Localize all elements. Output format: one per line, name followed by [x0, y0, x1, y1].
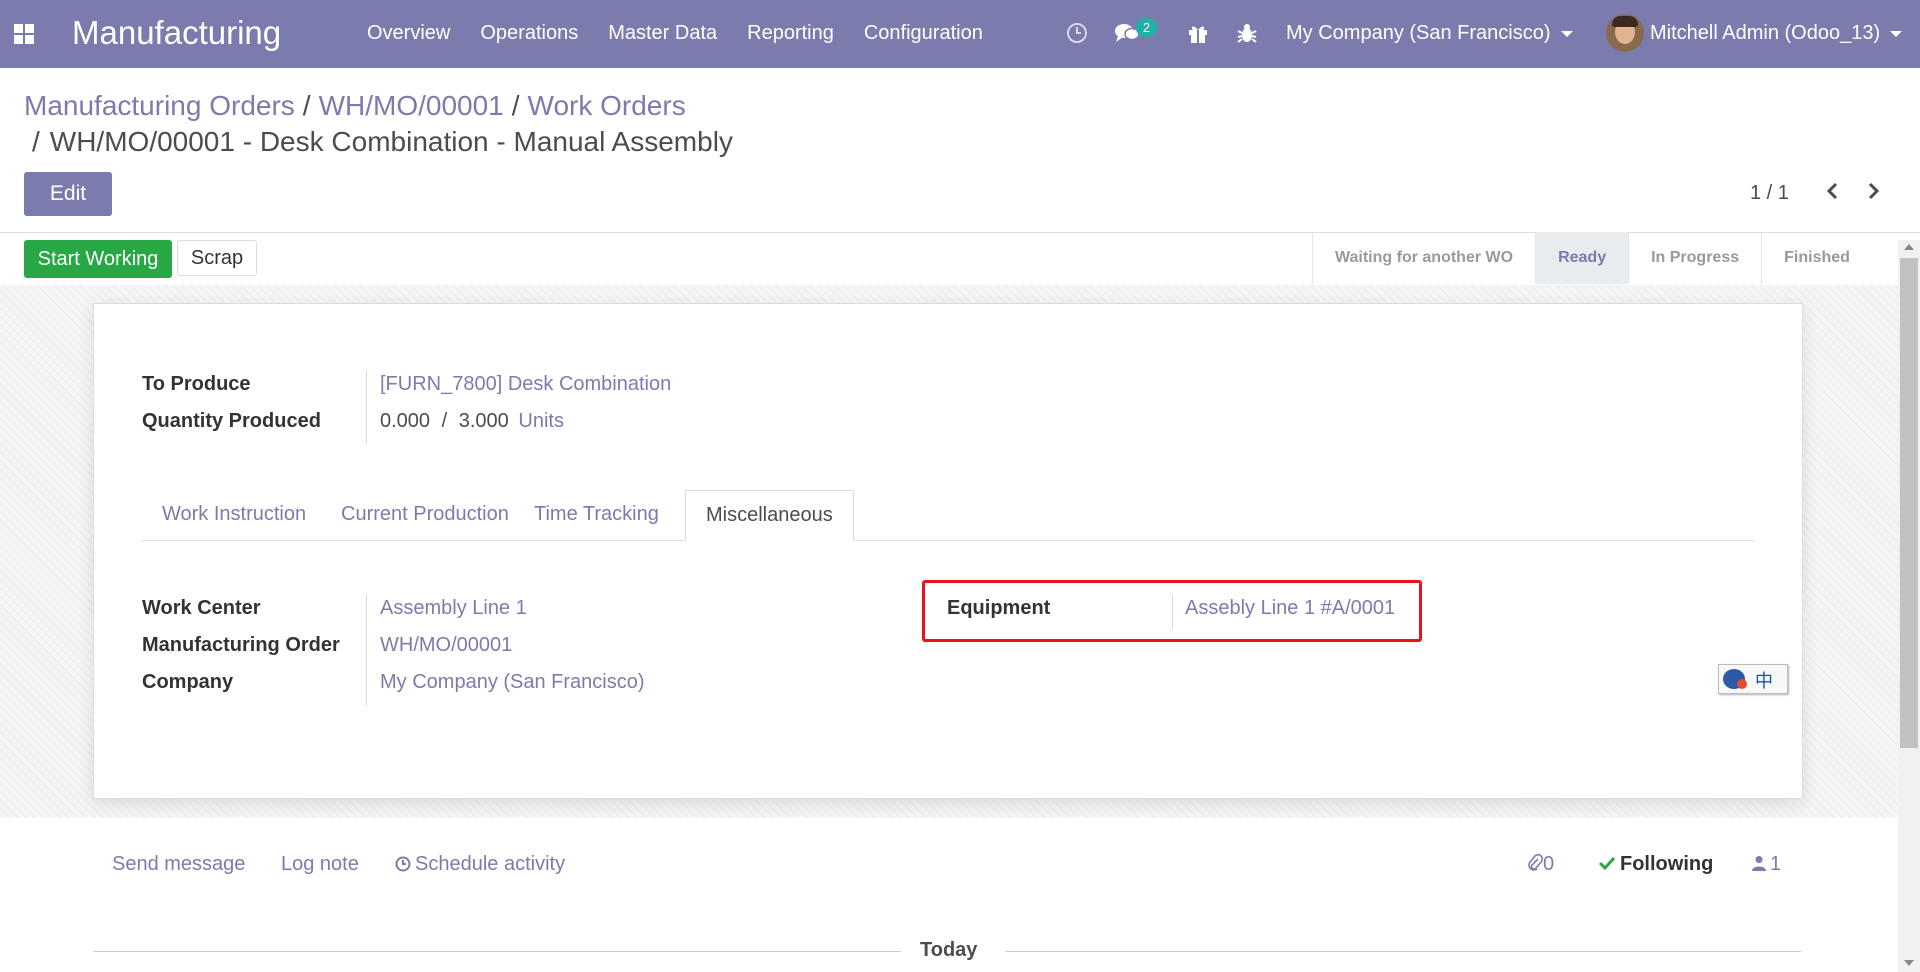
- breadcrumb-current: / WH/MO/00001 - Desk Combination - Manual…: [32, 126, 733, 158]
- qty-uom-link[interactable]: Units: [518, 410, 564, 432]
- followers-count: 1: [1770, 853, 1782, 875]
- manufacturing-order-link[interactable]: WH/MO/00001: [380, 634, 512, 657]
- work-center-link[interactable]: Assembly Line 1: [380, 597, 527, 620]
- company-label: Company: [142, 671, 234, 693]
- stage-ready[interactable]: Ready: [1535, 232, 1629, 284]
- page-title: WH/MO/00001 - Desk Combination - Manual …: [49, 126, 733, 157]
- notebook-tabs: Work Instruction Current Production Time…: [142, 490, 1754, 541]
- paperclip-icon: [1527, 853, 1544, 878]
- quantity-produced-label: Quantity Produced: [142, 410, 321, 432]
- breadcrumb-item-work-orders[interactable]: Work Orders: [528, 90, 686, 121]
- menu-item-master-data[interactable]: Master Data: [608, 22, 717, 45]
- menu-item-configuration[interactable]: Configuration: [864, 22, 983, 45]
- following-button[interactable]: Following: [1598, 853, 1713, 877]
- quantity-produced-value: 0.000 / 3.000 Units: [380, 410, 564, 433]
- form-sheet: [93, 303, 1803, 799]
- top-navbar: Manufacturing Overview Operations Master…: [0, 0, 1920, 68]
- messages-badge: 2: [1136, 18, 1157, 37]
- log-note-button[interactable]: Log note: [281, 853, 359, 876]
- work-center-label: Work Center: [142, 597, 261, 619]
- breadcrumb-item-mo[interactable]: WH/MO/00001: [319, 90, 504, 121]
- following-label: Following: [1620, 853, 1714, 875]
- stage-in-progress[interactable]: In Progress: [1628, 232, 1761, 284]
- clock-icon: [395, 855, 411, 878]
- check-icon: [1598, 854, 1616, 877]
- divider: [1005, 951, 1801, 952]
- app-title[interactable]: Manufacturing: [72, 14, 281, 52]
- scrap-button[interactable]: Scrap: [177, 240, 257, 276]
- today-separator: Today: [920, 939, 978, 961]
- tab-miscellaneous[interactable]: Miscellaneous: [685, 490, 854, 541]
- breadcrumb-separator: /: [32, 126, 40, 157]
- gift-icon[interactable]: [1187, 22, 1209, 49]
- menu-item-operations[interactable]: Operations: [480, 22, 578, 45]
- debug-bug-icon[interactable]: [1236, 22, 1258, 49]
- schedule-activity-label: Schedule activity: [415, 853, 566, 875]
- qty-total: 3.000: [458, 410, 509, 432]
- send-message-button[interactable]: Send message: [112, 853, 245, 876]
- menu-item-reporting[interactable]: Reporting: [747, 22, 834, 45]
- equipment-highlight-box: [922, 580, 1422, 642]
- breadcrumb-item-manufacturing-orders[interactable]: Manufacturing Orders: [24, 90, 295, 121]
- attachments-button[interactable]: 0: [1527, 853, 1554, 878]
- pager-next-icon[interactable]: [1864, 178, 1882, 209]
- field-divider: [366, 370, 367, 444]
- menu-item-overview[interactable]: Overview: [367, 22, 450, 45]
- schedule-activity-button[interactable]: Schedule activity: [395, 853, 565, 878]
- company-name: My Company (San Francisco): [1286, 22, 1551, 44]
- stage-waiting[interactable]: Waiting for another WO: [1312, 232, 1535, 284]
- stage-finished[interactable]: Finished: [1761, 232, 1872, 284]
- edit-button[interactable]: Edit: [24, 172, 112, 216]
- tab-current-production[interactable]: Current Production: [321, 490, 529, 539]
- stage-pipeline: Waiting for another WO Ready In Progress…: [1312, 232, 1872, 284]
- divider: [93, 951, 901, 952]
- ime-indicator-icon[interactable]: 中: [1718, 664, 1788, 694]
- scroll-up-arrow[interactable]: [1904, 244, 1914, 250]
- manufacturing-order-label: Manufacturing Order: [142, 634, 340, 656]
- attachments-count: 0: [1543, 853, 1555, 875]
- field-divider: [366, 594, 367, 706]
- pager-value[interactable]: 1 / 1: [1750, 182, 1789, 205]
- ime-text: 中: [1755, 671, 1773, 692]
- start-working-button[interactable]: Start Working: [24, 240, 172, 278]
- user-icon: [1752, 854, 1766, 877]
- breadcrumb-separator: /: [302, 90, 311, 121]
- apps-menu-icon[interactable]: [14, 24, 34, 44]
- scrollbar-thumb[interactable]: [1900, 258, 1918, 748]
- pager-previous-icon[interactable]: [1824, 178, 1842, 209]
- tab-work-instruction[interactable]: Work Instruction: [142, 490, 326, 539]
- user-name: Mitchell Admin (Odoo_13): [1650, 22, 1881, 44]
- breadcrumb: Manufacturing Orders / WH/MO/00001/Work Or…: [24, 86, 686, 126]
- tab-time-tracking[interactable]: Time Tracking: [514, 490, 679, 539]
- chevron-down-icon: [1890, 30, 1903, 37]
- qty-separator: /: [441, 410, 448, 432]
- scroll-down-arrow[interactable]: [1904, 960, 1914, 966]
- avatar[interactable]: [1606, 14, 1644, 52]
- breadcrumb-separator: /: [511, 90, 520, 121]
- followers-button[interactable]: 1: [1752, 853, 1781, 877]
- to-produce-link[interactable]: [FURN_7800] Desk Combination: [380, 373, 671, 396]
- company-link[interactable]: My Company (San Francisco): [380, 671, 645, 694]
- chevron-down-icon: [1560, 30, 1573, 37]
- main-menu: Overview Operations Master Data Reportin…: [367, 22, 1013, 45]
- user-menu[interactable]: Mitchell Admin (Odoo_13): [1650, 22, 1903, 45]
- company-switcher[interactable]: My Company (San Francisco): [1286, 22, 1573, 45]
- activity-clock-icon[interactable]: [1066, 22, 1088, 49]
- qty-done: 0.000: [380, 410, 431, 432]
- to-produce-label: To Produce: [142, 373, 251, 395]
